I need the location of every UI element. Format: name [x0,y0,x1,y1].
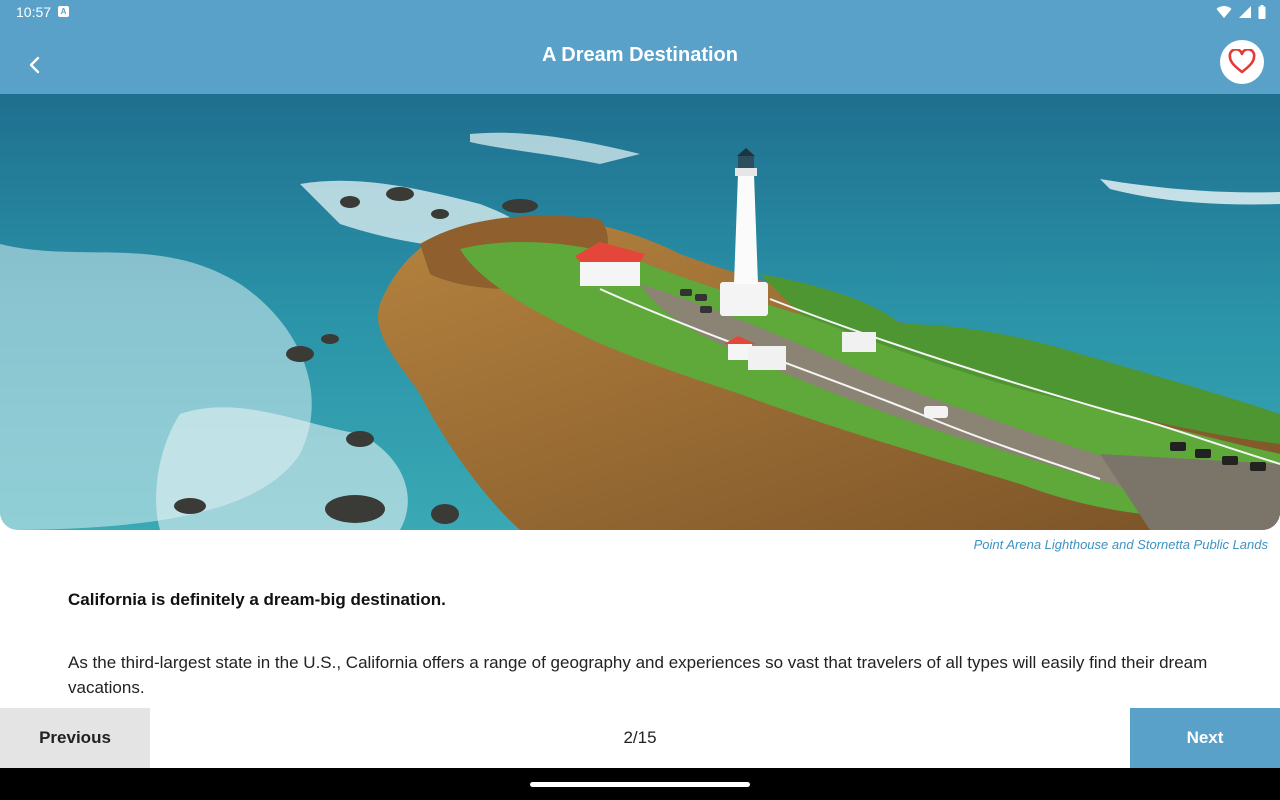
heart-outline-icon [1228,49,1256,74]
page-title: A Dream Destination [542,44,738,66]
notification-icon: A [58,6,69,17]
body-paragraph: As the third-largest state in the U.S., … [68,653,1208,697]
image-caption: Point Arena Lighthouse and Stornetta Pub… [973,537,1268,552]
signal-icon [1239,6,1251,18]
app-bar: A Dream Destination [0,24,1280,94]
status-bar: 10:57 A [0,0,1280,24]
favorite-button[interactable] [1220,40,1264,84]
battery-icon [1258,5,1266,19]
lead-text: California is definitely a dream-big des… [68,590,446,609]
next-button[interactable]: Next [1130,708,1280,768]
wifi-icon [1216,6,1232,19]
hero-image [0,94,1280,530]
status-icons [1216,4,1266,20]
status-time: 10:57 [16,4,52,20]
bottom-navigation: Previous 2/15 Next [0,708,1280,768]
home-gesture-handle[interactable] [530,782,750,787]
page-indicator: 2/15 [623,728,657,747]
system-navigation-bar [0,768,1280,800]
